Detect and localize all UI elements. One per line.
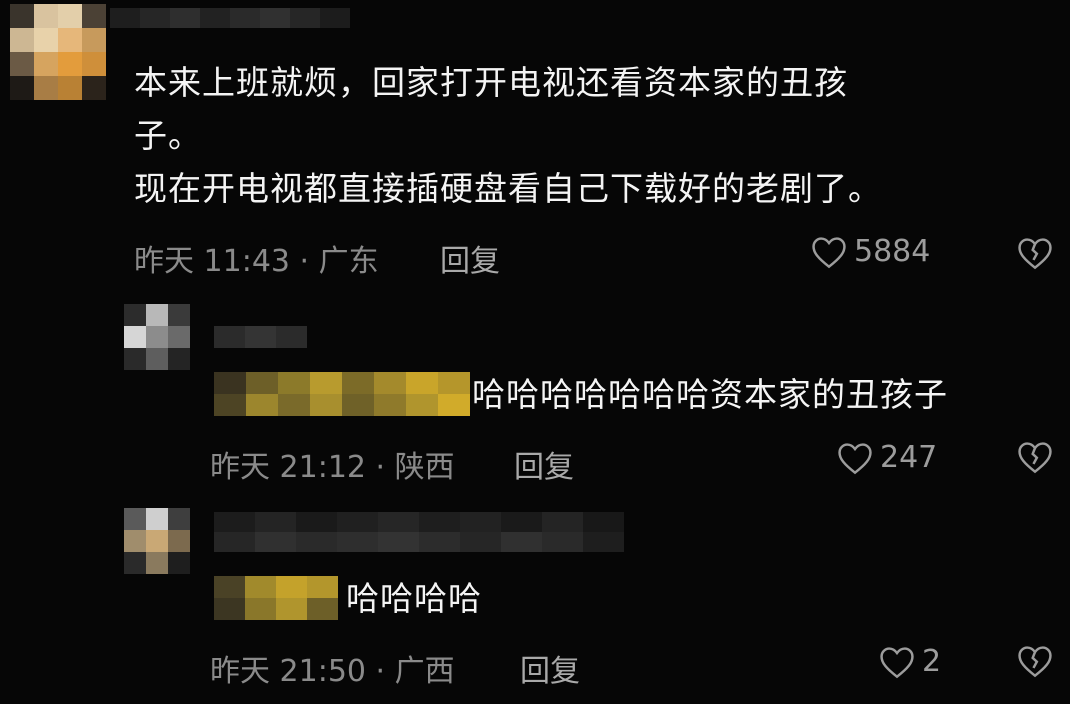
dislike-button[interactable] xyxy=(1016,644,1054,678)
username-blurred[interactable] xyxy=(214,326,307,348)
comment-time-location: 昨天 11:43 · 广东 xyxy=(134,244,379,279)
avatar[interactable] xyxy=(124,304,190,370)
comment-line: 现在开电视都直接插硬盘看自己下载好的老剧了。 xyxy=(134,169,882,208)
reply-button[interactable]: 回复 xyxy=(520,646,580,690)
username-blurred[interactable] xyxy=(214,512,624,552)
heart-outline-icon xyxy=(878,645,916,679)
broken-heart-icon xyxy=(1016,440,1054,474)
like-button[interactable]: 247 xyxy=(836,440,937,475)
dislike-button[interactable] xyxy=(1016,236,1054,270)
like-count: 247 xyxy=(880,440,938,475)
heart-outline-icon xyxy=(810,235,848,269)
heart-outline-icon xyxy=(836,441,874,475)
comment-text: 哈哈哈哈 xyxy=(346,579,482,618)
reply-button[interactable]: 回复 xyxy=(514,442,574,486)
like-count: 2 xyxy=(922,644,942,679)
comment-time-location: 昨天 21:50 · 广西 xyxy=(210,654,455,689)
like-count: 5884 xyxy=(854,234,931,269)
comment-time-location: 昨天 21:12 · 陕西 xyxy=(210,450,455,485)
like-button[interactable]: 5884 xyxy=(810,234,930,269)
comment-line: 子。 xyxy=(134,116,202,155)
avatar[interactable] xyxy=(10,4,106,100)
comment-text: 本来上班就烦，回家打开电视还看资本家的丑孩 子。 现在开电视都直接插硬盘看自己下… xyxy=(134,56,882,215)
comment-thread-page: { "comments": [ { "lines": ["本来上班就烦，回家打开… xyxy=(0,0,1070,704)
reply-button[interactable]: 回复 xyxy=(440,236,500,280)
quoted-text-blurred xyxy=(214,372,470,416)
broken-heart-icon xyxy=(1016,644,1054,678)
comment-line: 本来上班就烦，回家打开电视还看资本家的丑孩 xyxy=(134,63,848,102)
comment-text: 哈哈哈哈哈哈哈资本家的丑孩子 xyxy=(472,375,948,414)
dislike-button[interactable] xyxy=(1016,440,1054,474)
avatar[interactable] xyxy=(124,508,190,574)
broken-heart-icon xyxy=(1016,236,1054,270)
like-button[interactable]: 2 xyxy=(878,644,941,679)
quoted-text-blurred xyxy=(214,576,338,620)
username-blurred[interactable] xyxy=(110,8,350,28)
